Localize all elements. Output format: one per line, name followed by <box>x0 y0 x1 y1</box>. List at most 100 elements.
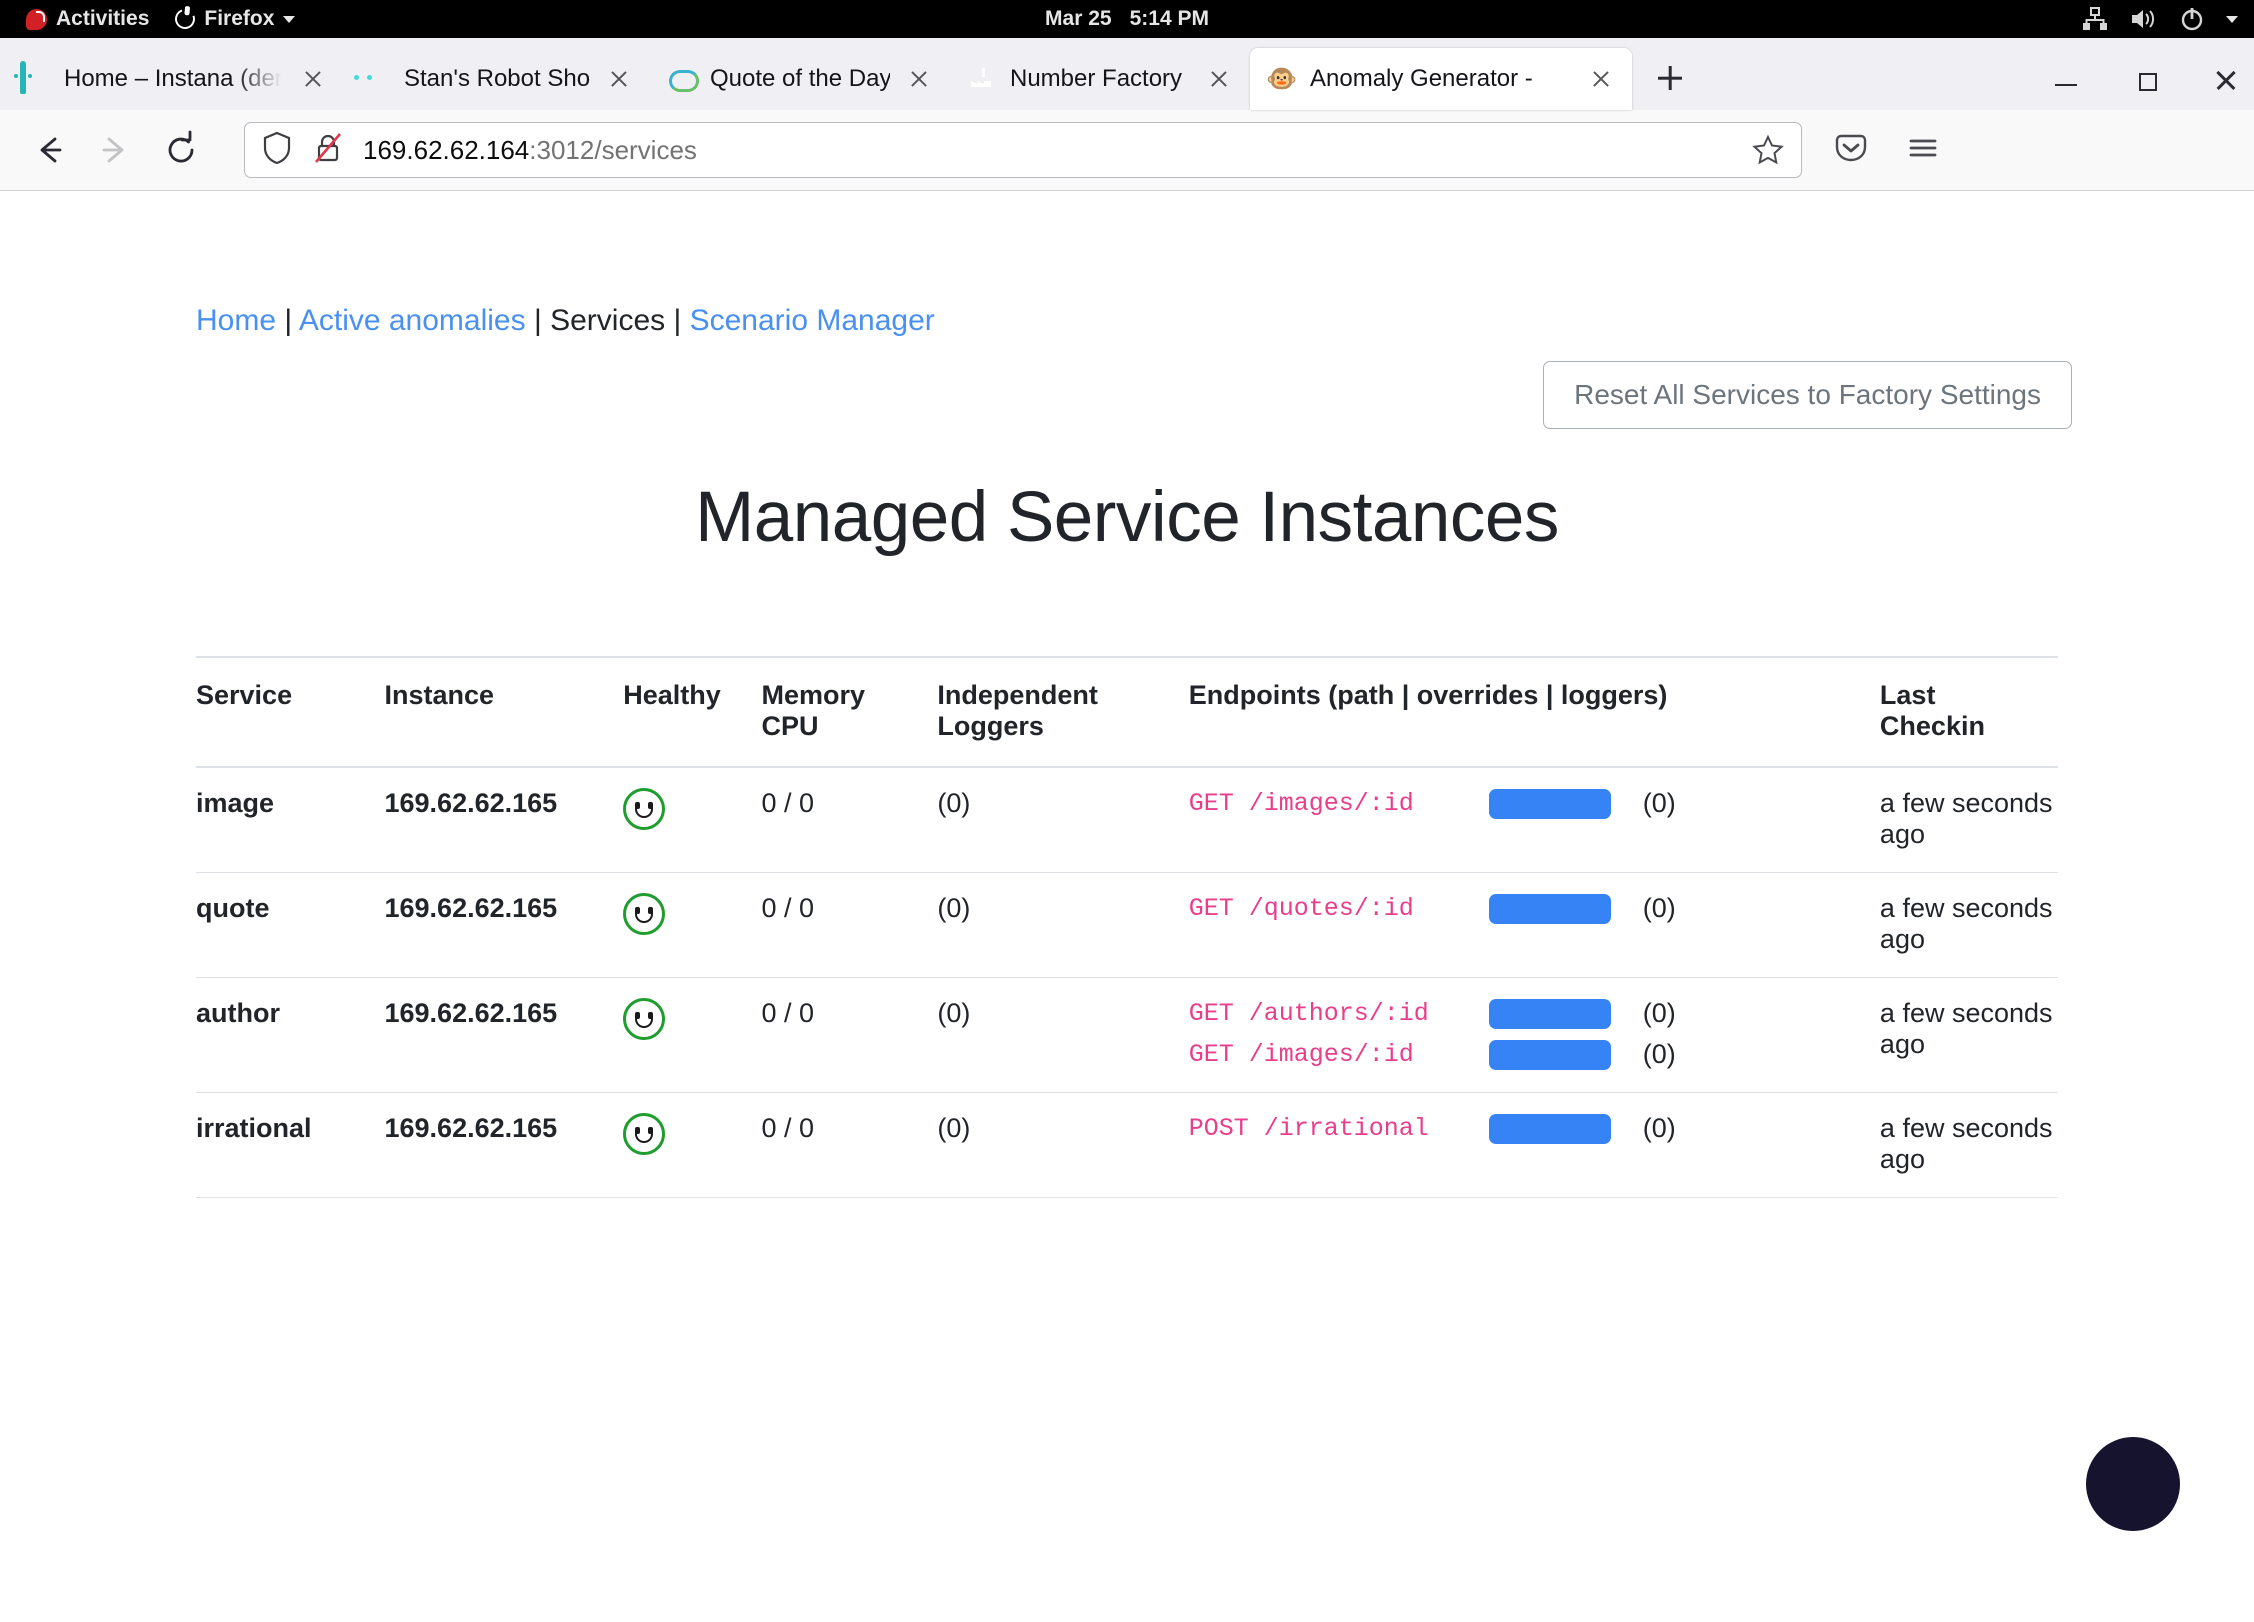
chat-widget-button[interactable] <box>2086 1437 2180 1531</box>
cell-instance: 169.62.62.165 <box>384 977 624 1093</box>
close-window-button[interactable] <box>2206 60 2246 100</box>
table-header: Service Instance Healthy Memory CPU Inde… <box>196 656 2058 768</box>
cloud-icon <box>666 64 696 94</box>
cell-instance: 169.62.62.165 <box>384 1092 624 1198</box>
table-row: irrational 169.62.62.165 0 / 0 (0) POST … <box>196 1092 2058 1198</box>
endpoint-path: GET /images/:id <box>1188 1040 1414 1069</box>
cell-instance: 169.62.62.165 <box>384 872 624 978</box>
page-content: Home | Active anomalies | Services | Sce… <box>0 191 2254 1583</box>
tab-label: Home – Instana (dem <box>64 65 284 92</box>
volume-icon[interactable] <box>2130 7 2158 31</box>
firefox-app-menu[interactable]: Firefox <box>167 5 303 33</box>
insecure-lock-icon[interactable] <box>313 131 343 170</box>
cell-last-checkin: a few seconds ago <box>1879 977 2058 1093</box>
column-header-cpu: CPU <box>761 711 819 741</box>
factory-icon <box>966 64 996 94</box>
table-body: image 169.62.62.165 0 / 0 (0) GET /image… <box>196 767 2058 1198</box>
shield-icon[interactable] <box>261 131 293 170</box>
tab-anomaly-generator[interactable]: 🐵 Anomaly Generator - <box>1250 48 1632 110</box>
column-header-last-checkin: Last Checkin <box>1879 656 2058 768</box>
cell-last-checkin: a few seconds ago <box>1879 1092 2058 1198</box>
system-menu-chevron-icon[interactable] <box>2226 15 2238 23</box>
column-header-healthy: Healthy <box>623 656 762 768</box>
toolbar: Reset All Services to Factory Settings <box>0 361 2254 429</box>
cell-service: quote <box>196 872 385 978</box>
column-header-endpoints: Endpoints (path | overrides | loggers) <box>1188 656 1880 768</box>
power-icon[interactable] <box>2180 7 2204 31</box>
network-icon[interactable] <box>2082 7 2108 31</box>
endpoint-override-button[interactable] <box>1488 998 1611 1029</box>
fedora-logo-icon <box>26 8 47 30</box>
endpoint-logger-count: (0) <box>1642 788 1676 818</box>
activities-button[interactable]: Activities <box>18 7 157 31</box>
tab-home-instana[interactable]: Home – Instana (dem <box>4 48 344 110</box>
column-header-last: Last <box>1879 680 1936 710</box>
cell-service: image <box>196 767 385 873</box>
minimize-button[interactable] <box>2046 60 2086 100</box>
close-icon[interactable] <box>604 64 634 94</box>
tab-stans-robot-shop[interactable]: Stan's Robot Shop <box>344 48 650 110</box>
close-icon[interactable] <box>1586 64 1616 94</box>
endpoint-override-button[interactable] <box>1488 893 1611 924</box>
breadcrumb-link-active-anomalies[interactable]: Active anomalies <box>299 304 526 337</box>
endpoint-logger-count: (0) <box>1642 1039 1676 1069</box>
cell-memory-cpu: 0 / 0 <box>761 1092 938 1198</box>
browser-chrome: Home – Instana (dem Stan's Robot Shop Qu… <box>0 38 2254 191</box>
back-icon[interactable] <box>20 121 78 179</box>
url-path: :3012/services <box>529 134 697 165</box>
bookmark-star-icon[interactable] <box>1751 133 1785 167</box>
robot-icon <box>360 64 390 94</box>
tab-label: Anomaly Generator - <box>1310 65 1533 92</box>
clock-date: Mar 25 <box>1045 7 1112 30</box>
endpoint-logger-count: (0) <box>1642 1113 1676 1143</box>
endpoint-override-button[interactable] <box>1488 1113 1611 1144</box>
healthy-smiley-icon <box>623 998 666 1040</box>
tab-quote-of-the-day[interactable]: Quote of the Day <box>650 48 950 110</box>
new-tab-button[interactable] <box>1642 50 1698 106</box>
gnome-top-bar: Activities Firefox Mar 25 5:14 PM <box>0 0 2254 38</box>
endpoint-override-button[interactable] <box>1488 1039 1611 1070</box>
app-menu-label: Firefox <box>204 7 275 30</box>
page-title: Managed Service Instances <box>695 478 1559 557</box>
breadcrumb-separator: | <box>665 304 690 337</box>
hamburger-menu-icon[interactable] <box>1904 129 1942 172</box>
cell-healthy <box>623 872 762 978</box>
reset-all-services-button[interactable]: Reset All Services to Factory Settings <box>1543 361 2072 429</box>
tab-label: Number Factory <box>1010 65 1183 92</box>
cell-last-checkin: a few seconds ago <box>1879 767 2058 873</box>
close-icon[interactable] <box>904 64 934 94</box>
breadcrumb-link-home[interactable]: Home <box>196 304 276 337</box>
cell-instance: 169.62.62.165 <box>384 767 624 873</box>
cell-endpoints: GET /authors/:id (0) GET /images/:id (0) <box>1188 977 1880 1093</box>
column-header-memory-cpu: Memory CPU <box>761 656 938 768</box>
endpoint-path: GET /images/:id <box>1188 789 1414 818</box>
clock[interactable]: Mar 25 5:14 PM <box>1045 7 1209 31</box>
endpoint-path: GET /authors/:id <box>1188 999 1429 1028</box>
cell-healthy <box>623 977 762 1093</box>
column-header-memory: Memory <box>761 680 866 710</box>
close-icon[interactable] <box>298 64 328 94</box>
breadcrumb-link-scenario-manager[interactable]: Scenario Manager <box>690 304 935 337</box>
cell-memory-cpu: 0 / 0 <box>761 872 938 978</box>
window-controls <box>2046 60 2246 100</box>
column-header-independent: Independent <box>937 680 1098 710</box>
url-bar[interactable]: 169.62.62.164:3012/services <box>244 122 1802 178</box>
pocket-icon[interactable] <box>1832 129 1870 172</box>
endpoint-item: GET /images/:id (0) <box>1189 1039 1880 1070</box>
cell-endpoints: GET /images/:id (0) <box>1188 767 1880 873</box>
tab-number-factory[interactable]: Number Factory <box>950 48 1250 110</box>
cell-endpoints: POST /irrational (0) <box>1188 1092 1880 1198</box>
column-header-checkin: Checkin <box>1879 711 1985 741</box>
maximize-button[interactable] <box>2126 60 2166 100</box>
column-header-service: Service <box>196 656 385 768</box>
url-input[interactable]: 169.62.62.164:3012/services <box>363 135 1731 166</box>
close-icon[interactable] <box>1204 64 1234 94</box>
reload-icon[interactable] <box>152 121 210 179</box>
endpoint-item: GET /quotes/:id (0) <box>1189 893 1880 924</box>
services-table: Service Instance Healthy Memory CPU Inde… <box>196 656 2058 1198</box>
cell-memory-cpu: 0 / 0 <box>761 977 938 1093</box>
chevron-down-icon <box>283 15 296 23</box>
healthy-smiley-icon <box>623 1113 666 1155</box>
endpoint-override-button[interactable] <box>1488 788 1611 819</box>
cell-independent-loggers: (0) <box>937 767 1189 873</box>
